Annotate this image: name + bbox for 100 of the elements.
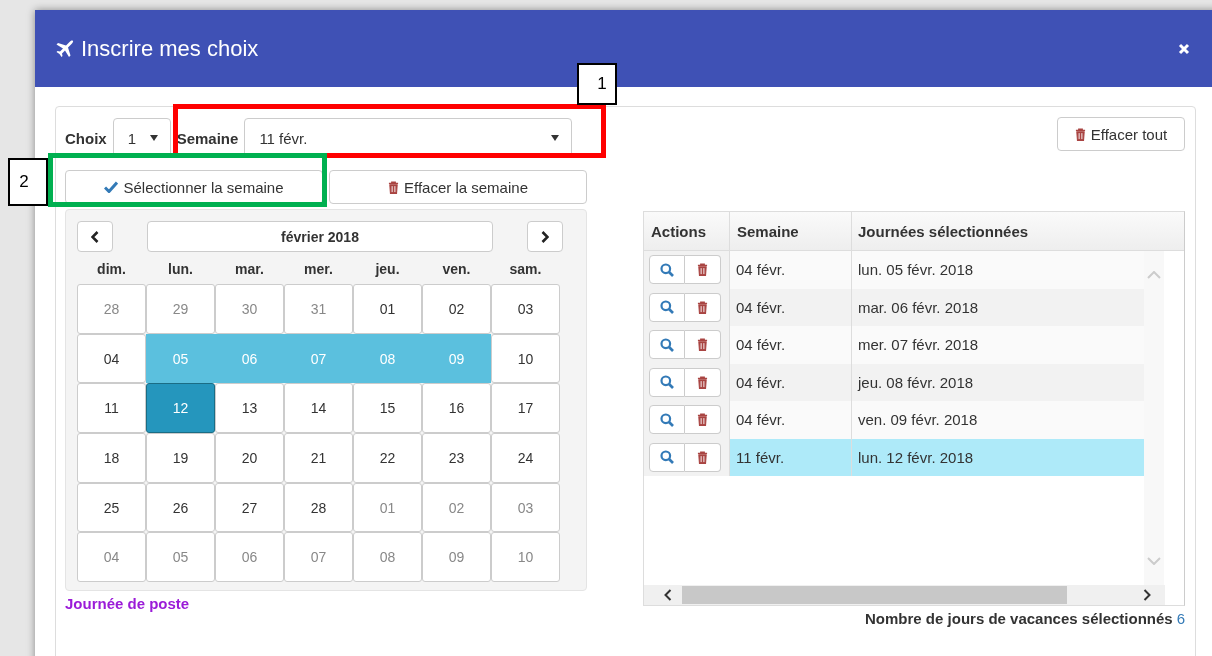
clear-week-button[interactable]: Effacer la semaine	[329, 170, 587, 204]
calendar-day[interactable]: 02	[422, 482, 491, 533]
calendar-day[interactable]: 01	[353, 482, 422, 533]
calendar-day[interactable]: 10	[491, 532, 560, 583]
search-icon	[660, 375, 674, 390]
weekday-header: ven.	[441, 261, 472, 277]
calendar-day[interactable]: 25	[77, 482, 146, 533]
table-row[interactable]: 04 févr. ven. 09 févr. 2018	[644, 401, 1144, 439]
delete-button[interactable]	[685, 255, 721, 285]
select-week-button[interactable]: Sélectionner la semaine	[65, 170, 323, 204]
month-title-button[interactable]: février 2018	[147, 221, 493, 252]
calendar-day[interactable]: 04	[77, 532, 146, 583]
calendar-day[interactable]: 08	[353, 532, 422, 583]
chevron-down-icon	[1147, 557, 1161, 565]
caret-icon	[551, 135, 560, 141]
view-button[interactable]	[649, 405, 685, 435]
previous-month-button[interactable]	[77, 221, 113, 252]
total-value: 6	[1176, 610, 1185, 627]
calendar-day[interactable]: 13	[215, 383, 284, 434]
delete-button[interactable]	[685, 292, 721, 322]
vertical-scrollbar[interactable]	[1144, 251, 1164, 585]
table-cell: 04 févr.	[729, 401, 851, 439]
weekday-header: dim.	[96, 261, 127, 277]
next-month-button[interactable]	[527, 221, 563, 252]
callout-number: 2	[8, 158, 48, 206]
calendar-day[interactable]: 04	[77, 333, 146, 384]
calendar-day[interactable]: 03	[491, 284, 560, 334]
view-button[interactable]	[649, 255, 685, 285]
weekday-header: mer.	[303, 261, 334, 277]
weekday-header: lun.	[167, 261, 194, 277]
calendar-day[interactable]: 06	[215, 532, 284, 583]
calendar-day[interactable]: 14	[284, 383, 353, 434]
calendar-day[interactable]: 27	[215, 482, 284, 533]
view-button[interactable]	[649, 367, 685, 397]
calendar-day[interactable]: 03	[491, 482, 560, 533]
close-icon[interactable]	[1178, 42, 1190, 55]
delete-button[interactable]	[685, 442, 721, 472]
table-cell: 11 févr.	[729, 438, 851, 476]
delete-button[interactable]	[685, 367, 721, 397]
delete-button[interactable]	[685, 405, 721, 435]
table-row[interactable]: 04 févr. mer. 07 févr. 2018	[644, 326, 1144, 364]
search-icon	[660, 300, 674, 315]
calendar-day[interactable]: 31	[284, 284, 353, 334]
calendar-day[interactable]: 21	[284, 433, 353, 483]
table-row[interactable]: 04 févr. jeu. 08 févr. 2018	[644, 363, 1144, 401]
trash-icon	[697, 413, 708, 427]
chevron-up-icon	[1147, 271, 1161, 279]
calendar-day[interactable]: 07	[284, 532, 353, 583]
scrollbar-thumb[interactable]	[682, 586, 1067, 604]
chevron-right-icon	[1143, 589, 1151, 601]
calendar-day[interactable]: 01	[353, 284, 422, 334]
legend-text: Journée de poste	[65, 595, 191, 612]
column-header: Actions	[650, 221, 707, 242]
delete-button[interactable]	[685, 330, 721, 360]
trash-icon	[697, 300, 708, 314]
calendar-day[interactable]: 17	[491, 383, 560, 434]
chevron-left-icon	[91, 230, 99, 243]
week-label: Semaine	[176, 129, 239, 147]
dialog-title: Inscrire mes choix	[81, 35, 259, 62]
calendar-day[interactable]: 23	[422, 433, 491, 483]
column-header: Journées sélectionnées	[851, 212, 1184, 250]
column-header: Semaine	[729, 212, 851, 250]
calendar-day[interactable]: 19	[146, 433, 215, 483]
calendar-day[interactable]: 24	[491, 433, 560, 483]
calendar-day[interactable]: 05	[146, 532, 215, 583]
calendar-day[interactable]: 20	[215, 433, 284, 483]
table-cell: 04 févr.	[729, 251, 851, 289]
checkmark-icon	[104, 181, 119, 193]
trash-icon	[388, 180, 399, 194]
calendar-day[interactable]: 30	[215, 284, 284, 334]
table-cell: 04 févr.	[729, 326, 851, 364]
calendar-day[interactable]: 02	[422, 284, 491, 334]
search-icon	[660, 262, 674, 277]
calendar-day[interactable]: 10	[491, 333, 560, 384]
search-icon	[660, 337, 674, 352]
calendar-day[interactable]: 09	[422, 532, 491, 583]
view-button[interactable]	[649, 442, 685, 472]
calendar-day[interactable]: 15	[353, 383, 422, 434]
table-row[interactable]: 04 févr. lun. 05 févr. 2018	[644, 251, 1144, 289]
calendar-day[interactable]: 22	[353, 433, 422, 483]
chevron-right-icon	[541, 230, 549, 243]
calendar-day[interactable]: 16	[422, 383, 491, 434]
horizontal-scrollbar[interactable]	[644, 585, 1165, 605]
weekday-header: mar.	[234, 261, 265, 277]
search-icon	[660, 450, 674, 465]
trash-icon	[697, 338, 708, 352]
calendar-day[interactable]: 11	[77, 383, 146, 434]
calendar-day[interactable]: 29	[146, 284, 215, 334]
trash-icon	[697, 263, 708, 277]
calendar-day[interactable]: 18	[77, 433, 146, 483]
trash-icon	[697, 450, 708, 464]
calendar-day[interactable]: 28	[77, 284, 146, 334]
airplane-icon	[55, 38, 75, 59]
table-row[interactable]: 04 févr. mar. 06 févr. 2018	[644, 288, 1144, 326]
calendar-day[interactable]: 28	[284, 482, 353, 533]
calendar-day[interactable]: 26	[146, 482, 215, 533]
view-button[interactable]	[649, 292, 685, 322]
clear-all-button[interactable]: Effacer tout	[1057, 117, 1185, 151]
view-button[interactable]	[649, 330, 685, 360]
weekday-header: sam.	[508, 261, 543, 277]
